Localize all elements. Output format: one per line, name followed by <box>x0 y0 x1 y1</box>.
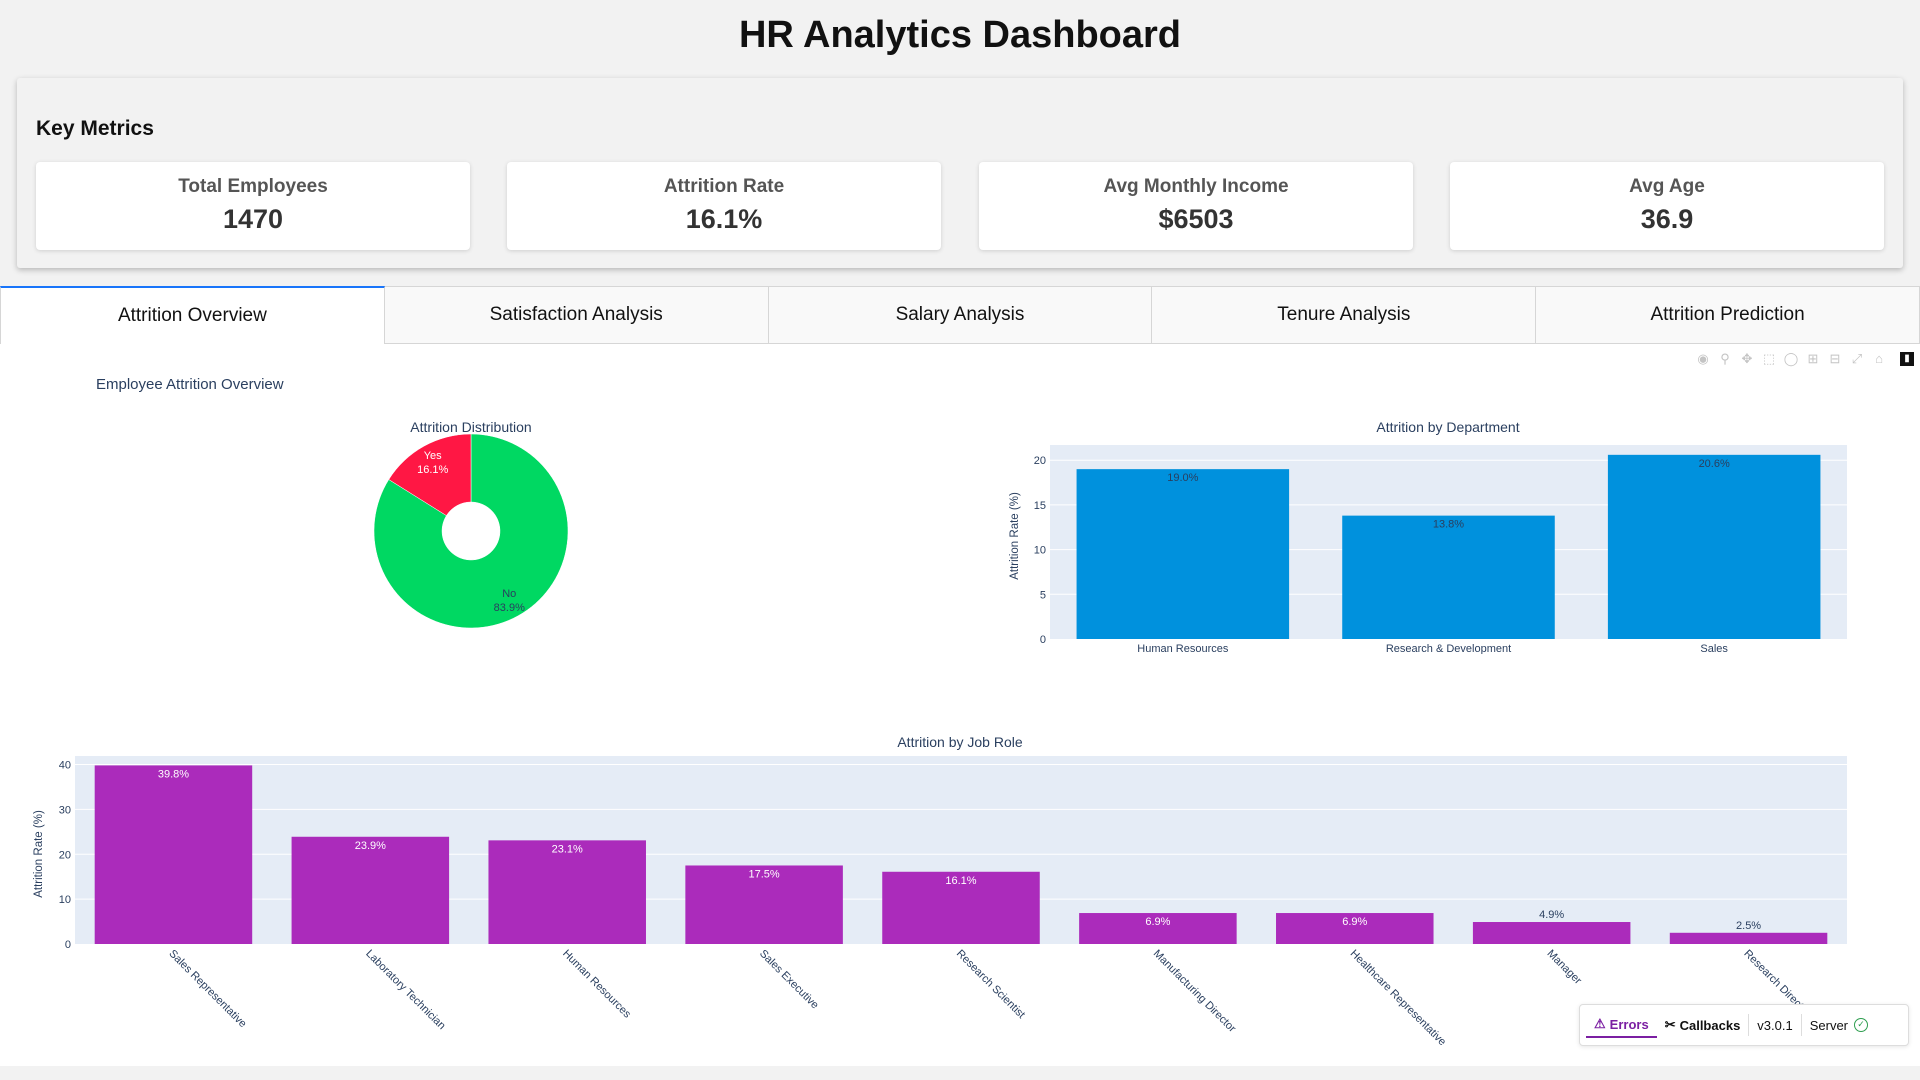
x-tick-label: Manufacturing Director <box>1151 948 1238 1035</box>
metric-card-avg-age: Avg Age 36.9 <box>1450 162 1884 250</box>
pie-value-no: 83.9% <box>494 602 525 614</box>
dash-debug-bar: ⚠ Errors ✂ Callbacks v3.0.1 Server ✓ <box>1579 1004 1909 1046</box>
role-y-axis-label: Attrition Rate (%) <box>33 810 45 898</box>
x-tick-label: Manager <box>1545 948 1584 987</box>
x-tick-label: Sales <box>1700 643 1728 654</box>
metric-value: 36.9 <box>1640 204 1694 234</box>
attrition-distribution-chart: Attrition Distribution No 83.9% Yes 16.1% <box>373 419 569 629</box>
y-tick-label: 20 <box>59 849 71 861</box>
plot-modebar: ◉ ⚲ ✥ ⬚ ◯ ⊞ ⊟ ⤢ ⌂ ▮ <box>1694 350 1914 368</box>
dept-title: Attrition by Department <box>1376 419 1519 435</box>
y-tick-label: 40 <box>59 760 71 772</box>
bar[interactable] <box>94 765 253 944</box>
zoom-icon[interactable]: ⚲ <box>1716 350 1734 368</box>
bar-data-label: 4.9% <box>1539 909 1564 921</box>
metric-label: Attrition Rate <box>663 176 785 197</box>
tab-content: ◉ ⚲ ✥ ⬚ ◯ ⊞ ⊟ ⤢ ⌂ ▮ Employee Attrition O… <box>0 344 1920 1066</box>
autoscale-icon[interactable]: ⤢ <box>1848 350 1866 368</box>
tab-tenure-analysis[interactable]: Tenure Analysis <box>1152 286 1537 344</box>
overview-title: Employee Attrition Overview <box>96 376 284 393</box>
metric-value: 16.1% <box>685 204 763 234</box>
bar-data-label: 23.9% <box>355 840 386 852</box>
y-tick-label: 15 <box>1034 500 1046 512</box>
pie-value-yes: 16.1% <box>417 464 448 476</box>
page-title: HR Analytics Dashboard <box>738 14 1182 56</box>
pie-title: Attrition Distribution <box>410 419 531 435</box>
plotly-logo-icon[interactable]: ▮ <box>1900 352 1914 366</box>
bar[interactable] <box>1669 932 1828 944</box>
x-tick-label: Sales Representative <box>166 948 248 1030</box>
metric-card-attrition-rate: Attrition Rate 16.1% <box>507 162 941 250</box>
camera-icon[interactable]: ◉ <box>1694 350 1712 368</box>
callbacks-label: Callbacks <box>1679 1017 1741 1033</box>
zoom-in-icon[interactable]: ⊞ <box>1804 350 1822 368</box>
role-title: Attrition by Job Role <box>897 734 1022 750</box>
bar-data-label: 20.6% <box>1699 458 1730 470</box>
bar[interactable] <box>291 836 450 944</box>
lasso-icon[interactable]: ◯ <box>1782 350 1800 368</box>
tab-attrition-overview[interactable]: Attrition Overview <box>0 286 385 344</box>
attrition-by-department-chart: Attrition by Department Attrition Rate (… <box>1009 419 1847 654</box>
metric-label: Avg Monthly Income <box>1103 176 1289 197</box>
bar[interactable] <box>488 840 646 944</box>
x-tick-label: Sales Executive <box>757 948 821 1012</box>
bar-data-label: 16.1% <box>945 875 976 887</box>
errors-button[interactable]: ⚠ Errors <box>1586 1012 1657 1038</box>
x-tick-label: Human Resources <box>560 948 633 1021</box>
bar-data-label: 23.1% <box>552 843 583 855</box>
callbacks-icon: ✂ <box>1664 1017 1676 1032</box>
bar-data-label: 6.9% <box>1145 916 1170 928</box>
x-tick-label: Research & Development <box>1386 643 1511 654</box>
bar[interactable] <box>1076 469 1290 639</box>
bar-data-label: 2.5% <box>1736 920 1761 932</box>
bar-data-label: 6.9% <box>1342 916 1367 928</box>
warning-icon: ⚠ <box>1594 1016 1606 1031</box>
errors-label: Errors <box>1609 1016 1649 1032</box>
y-tick-label: 10 <box>1034 545 1046 557</box>
version-label: v3.0.1 <box>1757 1017 1793 1033</box>
tab-bar: Attrition Overview Satisfaction Analysis… <box>0 286 1920 344</box>
check-circle-icon: ✓ <box>1854 1018 1869 1032</box>
pan-icon[interactable]: ✥ <box>1738 350 1756 368</box>
metric-card-total-employees: Total Employees 1470 <box>36 162 470 250</box>
bar[interactable] <box>1342 515 1555 639</box>
callbacks-button[interactable]: ✂ Callbacks <box>1657 1005 1749 1045</box>
reset-axes-icon[interactable]: ⌂ <box>1870 350 1888 368</box>
y-tick-label: 20 <box>1034 455 1046 467</box>
metric-value: $6503 <box>1158 204 1234 234</box>
bar-data-label: 17.5% <box>749 868 780 880</box>
bar[interactable] <box>1607 454 1821 639</box>
metric-label: Total Employees <box>178 176 328 197</box>
pie-label-yes: Yes <box>424 450 442 462</box>
tab-attrition-prediction[interactable]: Attrition Prediction <box>1536 286 1920 344</box>
bar-data-label: 19.0% <box>1167 472 1198 484</box>
zoom-out-icon[interactable]: ⊟ <box>1826 350 1844 368</box>
key-metrics-title: Key Metrics <box>36 117 154 140</box>
tab-salary-analysis[interactable]: Salary Analysis <box>768 286 1153 344</box>
bar-data-label: 13.8% <box>1433 519 1464 531</box>
x-tick-label: Human Resources <box>1137 643 1229 654</box>
y-tick-label: 10 <box>59 894 71 906</box>
y-tick-label: 0 <box>65 939 71 951</box>
x-tick-label: Research Scientist <box>954 948 1027 1021</box>
metric-card-avg-monthly-income: Avg Monthly Income $6503 <box>979 162 1413 250</box>
x-tick-label: Laboratory Technician <box>363 948 447 1032</box>
metric-value: 1470 <box>222 204 284 234</box>
bar[interactable] <box>1472 922 1631 944</box>
server-label: Server <box>1809 1017 1849 1033</box>
dept-y-axis-label: Attrition Rate (%) <box>1009 492 1021 580</box>
pie-label-no: No <box>502 588 516 600</box>
box-select-icon[interactable]: ⬚ <box>1760 350 1778 368</box>
x-tick-label: Healthcare Representative <box>1348 948 1449 1049</box>
key-metrics-panel: Key Metrics Total Employees 1470 Attriti… <box>17 78 1903 268</box>
y-tick-label: 0 <box>1040 634 1046 646</box>
y-tick-label: 30 <box>59 804 71 816</box>
tab-satisfaction-analysis[interactable]: Satisfaction Analysis <box>384 286 769 344</box>
server-status[interactable]: Server ✓ <box>1802 1005 1876 1045</box>
bar-data-label: 39.8% <box>158 768 189 780</box>
y-tick-label: 5 <box>1040 589 1046 601</box>
metric-label: Avg Age <box>1629 176 1705 197</box>
